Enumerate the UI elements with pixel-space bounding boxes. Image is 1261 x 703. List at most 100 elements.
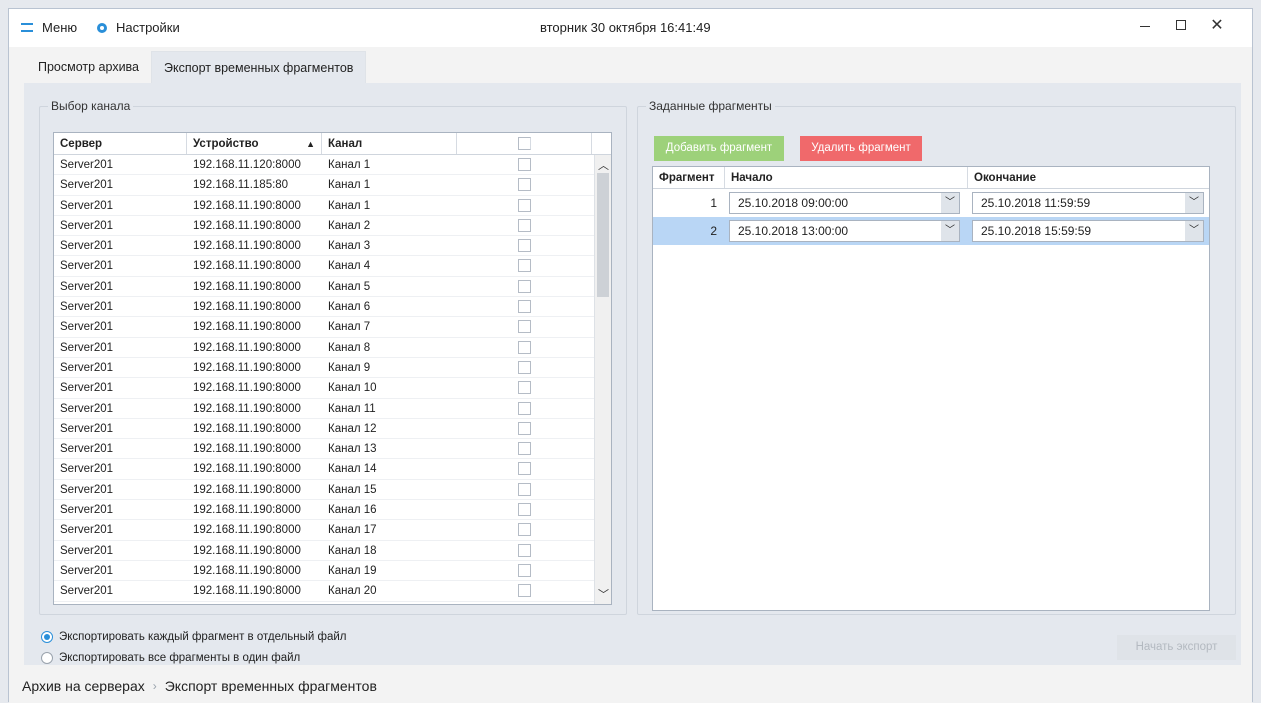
table-row[interactable]: Server201 192.168.11.190:8000 Канал 17: [54, 520, 611, 541]
table-row[interactable]: Server201 192.168.11.190:8000 Канал 9: [54, 358, 611, 379]
chevron-down-icon[interactable]: ﹀: [1185, 193, 1203, 213]
row-checkbox[interactable]: [518, 442, 531, 456]
delete-fragment-button[interactable]: Удалить фрагмент: [800, 136, 922, 161]
table-row[interactable]: Server201 192.168.11.190:8000 Канал 12: [54, 419, 611, 440]
tab-export-fragments[interactable]: Экспорт временных фрагментов: [151, 51, 367, 83]
row-checkbox[interactable]: [518, 421, 531, 435]
table-row[interactable]: Server201 192.168.11.190:8000 Канал 11: [54, 399, 611, 419]
column-channel[interactable]: Канал: [322, 133, 457, 154]
row-checkbox[interactable]: [518, 503, 531, 517]
table-row[interactable]: Server201 192.168.11.190:8000 Канал 18: [54, 541, 611, 561]
fragment-row[interactable]: 1 25.10.2018 09:00:00 ﹀ 25.10.2018 11:59:59…: [653, 189, 1209, 217]
table-row[interactable]: Server201 192.168.11.190:8000 Канал 13: [54, 439, 611, 460]
start-time-combo[interactable]: 25.10.2018 09:00:00 ﹀: [729, 192, 960, 214]
cell-channel: Канал 17: [328, 524, 377, 537]
row-checkbox[interactable]: [518, 482, 531, 496]
row-checkbox[interactable]: [518, 239, 531, 253]
radio-separate-files-label: Экспортировать каждый фрагмент в отдельн…: [59, 631, 347, 643]
cell-start: 25.10.2018 09:00:00 ﹀: [725, 192, 968, 214]
table-row[interactable]: Server201 192.168.11.120:8000 Канал 1: [54, 155, 611, 176]
table-row[interactable]: Server201 192.168.11.190:8000 Канал 2: [54, 216, 611, 237]
chevron-down-icon[interactable]: ﹀: [1185, 221, 1203, 241]
channel-table-scrollbar[interactable]: ︿ ﹀: [594, 155, 611, 604]
menu-button[interactable]: Меню: [21, 20, 77, 35]
start-time-combo[interactable]: 25.10.2018 13:00:00 ﹀: [729, 220, 960, 242]
minimize-button[interactable]: [1127, 11, 1163, 39]
table-row[interactable]: Server201 192.168.11.190:8000 Канал 1: [54, 196, 611, 216]
row-checkbox[interactable]: [518, 158, 531, 171]
radio-button-unchecked[interactable]: [41, 652, 53, 664]
cell-channel: Канал 4: [328, 260, 371, 273]
row-checkbox[interactable]: [518, 381, 531, 395]
row-checkbox[interactable]: [518, 401, 531, 415]
chevron-down-icon[interactable]: ﹀: [941, 193, 959, 213]
row-checkbox[interactable]: [518, 340, 531, 354]
row-checkbox[interactable]: [518, 320, 531, 334]
table-row[interactable]: Server201 192.168.11.190:8000 Канал 14: [54, 459, 611, 480]
radio-button-checked[interactable]: [41, 631, 53, 643]
row-checkbox[interactable]: [518, 543, 531, 557]
chevron-down-icon[interactable]: ﹀: [941, 221, 959, 241]
table-row[interactable]: Server201 192.168.11.190:8000 Канал 3: [54, 236, 611, 257]
cell-start: 25.10.2018 13:00:00 ﹀: [725, 220, 968, 242]
row-checkbox[interactable]: [518, 523, 531, 537]
cell-server: Server201: [60, 179, 114, 192]
cell-channel: Канал 9: [328, 361, 371, 374]
table-row[interactable]: Server201 192.168.11.190:8000 Канал 4: [54, 256, 611, 277]
radio-separate-files[interactable]: Экспортировать каждый фрагмент в отдельн…: [41, 628, 347, 646]
cell-select: [457, 338, 592, 357]
row-checkbox[interactable]: [518, 584, 531, 598]
main-window: Меню Настройки вторник 30 октября 16:41:…: [8, 8, 1253, 703]
column-fragment[interactable]: Фрагмент: [653, 167, 725, 188]
cell-select: [457, 399, 592, 418]
table-row[interactable]: Server201 192.168.11.190:8000 Канал 6: [54, 297, 611, 318]
cell-server: Server201: [60, 483, 114, 496]
cell-select: [457, 216, 592, 235]
row-checkbox[interactable]: [518, 178, 531, 192]
radio-single-file[interactable]: Экспортировать все фрагменты в один файл: [41, 649, 347, 667]
table-row[interactable]: Server201 192.168.11.190:8000 Канал 19: [54, 561, 611, 582]
select-all-checkbox[interactable]: [517, 137, 531, 150]
start-export-button[interactable]: Начать экспорт: [1117, 635, 1236, 660]
table-row[interactable]: Server201 192.168.11.190:8000 Канал 10: [54, 378, 611, 399]
table-row[interactable]: Server201 192.168.11.190:8000 Канал 20: [54, 581, 611, 602]
end-time-combo[interactable]: 25.10.2018 15:59:59 ﹀: [972, 220, 1204, 242]
column-start[interactable]: Начало: [725, 167, 968, 188]
cell-channel: Канал 5: [328, 280, 371, 293]
row-checkbox[interactable]: [518, 462, 531, 476]
fragment-row[interactable]: 2 25.10.2018 13:00:00 ﹀ 25.10.2018 15:59:59…: [653, 217, 1209, 245]
column-device[interactable]: Устройство ▲: [187, 133, 322, 154]
close-button[interactable]: ✕: [1199, 11, 1235, 39]
column-select-all[interactable]: [457, 133, 592, 154]
settings-button[interactable]: Настройки: [97, 20, 180, 35]
table-row[interactable]: Server201 192.168.11.190:8000 Канал 7: [54, 317, 611, 338]
chevron-up-icon[interactable]: ︿: [595, 157, 611, 173]
table-row[interactable]: Server201 192.168.11.190:8000 Канал 15: [54, 480, 611, 501]
cell-server: Server201: [60, 321, 114, 334]
tab-archive-view[interactable]: Просмотр архива: [26, 51, 151, 83]
row-checkbox[interactable]: [518, 259, 531, 273]
table-row[interactable]: Server201 192.168.11.190:8000 Канал 8: [54, 338, 611, 358]
cell-select: [457, 317, 592, 336]
add-fragment-button[interactable]: Добавить фрагмент: [654, 136, 784, 161]
tab-bar: Просмотр архива Экспорт временных фрагме…: [26, 51, 367, 83]
cell-device: 192.168.11.190:8000: [193, 240, 301, 253]
cell-device: 192.168.11.190:8000: [193, 443, 301, 456]
table-row[interactable]: Server201 192.168.11.190:8000 Канал 16: [54, 500, 611, 521]
row-checkbox[interactable]: [518, 198, 531, 212]
row-checkbox[interactable]: [518, 563, 531, 577]
row-checkbox[interactable]: [518, 279, 531, 293]
cell-device: 192.168.11.190:8000: [193, 544, 301, 557]
end-time-combo[interactable]: 25.10.2018 11:59:59 ﹀: [972, 192, 1204, 214]
chevron-down-icon[interactable]: ﹀: [595, 586, 611, 602]
table-row[interactable]: Server201 192.168.11.185:80 Канал 1: [54, 175, 611, 196]
scrollbar-thumb[interactable]: [597, 173, 609, 297]
row-checkbox[interactable]: [518, 218, 531, 232]
maximize-button[interactable]: [1163, 11, 1199, 39]
table-row[interactable]: Server201 192.168.11.190:8000 Канал 5: [54, 277, 611, 298]
column-end[interactable]: Окончание: [968, 167, 1209, 188]
breadcrumb-root[interactable]: Архив на серверах: [22, 678, 145, 694]
row-checkbox[interactable]: [518, 300, 531, 314]
column-server[interactable]: Сервер: [54, 133, 187, 154]
row-checkbox[interactable]: [518, 360, 531, 374]
